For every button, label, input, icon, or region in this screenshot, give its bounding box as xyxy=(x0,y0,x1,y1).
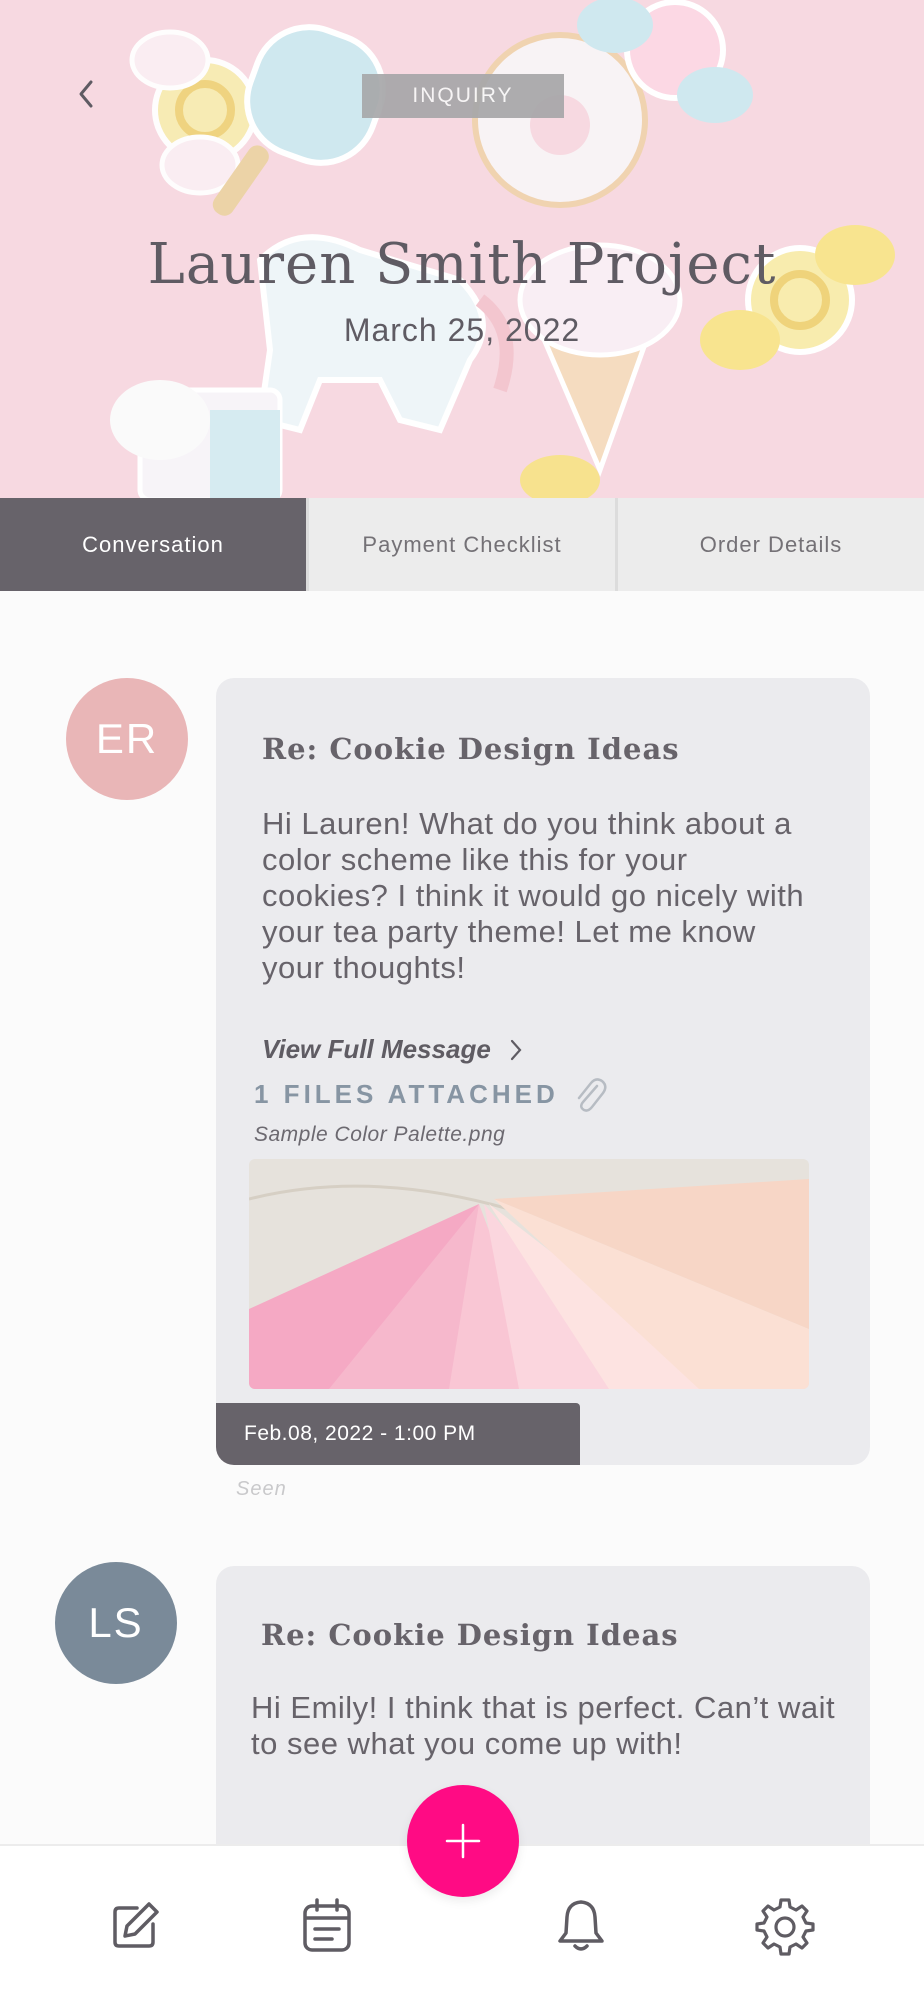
gear-icon xyxy=(755,1898,815,1956)
project-header: INQUIRY Lauren Smith Project March 25, 2… xyxy=(0,0,924,498)
tab-payment-checklist[interactable]: Payment Checklist xyxy=(306,498,615,591)
page-title: Lauren Smith Project xyxy=(147,232,777,297)
message-card: Re: Cookie Design Ideas Hi Lauren! What … xyxy=(216,678,870,1465)
avatar-initials: LS xyxy=(88,1599,144,1646)
project-date: March 25, 2022 xyxy=(343,312,581,348)
tab-bar: Conversation Payment Checklist Order Det… xyxy=(0,498,924,591)
view-full-message-label: View Full Message xyxy=(262,1034,491,1064)
back-button[interactable] xyxy=(66,74,106,114)
status-badge: INQUIRY xyxy=(362,74,564,118)
nav-calendar-button[interactable] xyxy=(295,1894,359,1958)
view-full-message-link[interactable]: View Full Message xyxy=(262,1034,523,1065)
seen-status: Seen xyxy=(236,1478,287,1500)
tab-order-details[interactable]: Order Details xyxy=(615,498,924,591)
attachment-filename: Sample Color Palette.png xyxy=(254,1123,506,1146)
message-subject: Re: Cookie Design Ideas xyxy=(261,1618,679,1652)
avatar: ER xyxy=(66,678,188,800)
calendar-icon xyxy=(303,1898,351,1952)
plus-icon xyxy=(445,1823,481,1859)
add-button[interactable] xyxy=(407,1785,519,1897)
chevron-left-icon xyxy=(79,80,93,108)
avatar: LS xyxy=(55,1562,177,1684)
nav-notifications-button[interactable] xyxy=(549,1894,613,1958)
message-subject: Re: Cookie Design Ideas xyxy=(262,732,680,766)
message-body: Hi Lauren! What do you think about a col… xyxy=(262,806,805,985)
piping-bags-image xyxy=(249,1159,809,1389)
bell-icon xyxy=(558,1900,604,1951)
message-body: Hi Emily! I think that is perfect. Can’t… xyxy=(251,1690,836,1761)
tab-conversation[interactable]: Conversation xyxy=(0,498,306,591)
message-timestamp: Feb.08, 2022 - 1:00 PM xyxy=(216,1403,580,1465)
files-attached: 1 FILES ATTACHED xyxy=(254,1074,607,1114)
edit-icon xyxy=(113,1902,159,1948)
paperclip-icon xyxy=(577,1078,607,1112)
nav-settings-button[interactable] xyxy=(753,1894,817,1958)
attachment-image[interactable] xyxy=(249,1159,809,1389)
nav-compose-button[interactable] xyxy=(103,1894,167,1958)
avatar-initials: ER xyxy=(95,715,159,762)
chevron-right-icon xyxy=(510,1039,522,1060)
files-attached-label: 1 FILES ATTACHED xyxy=(254,1078,559,1109)
